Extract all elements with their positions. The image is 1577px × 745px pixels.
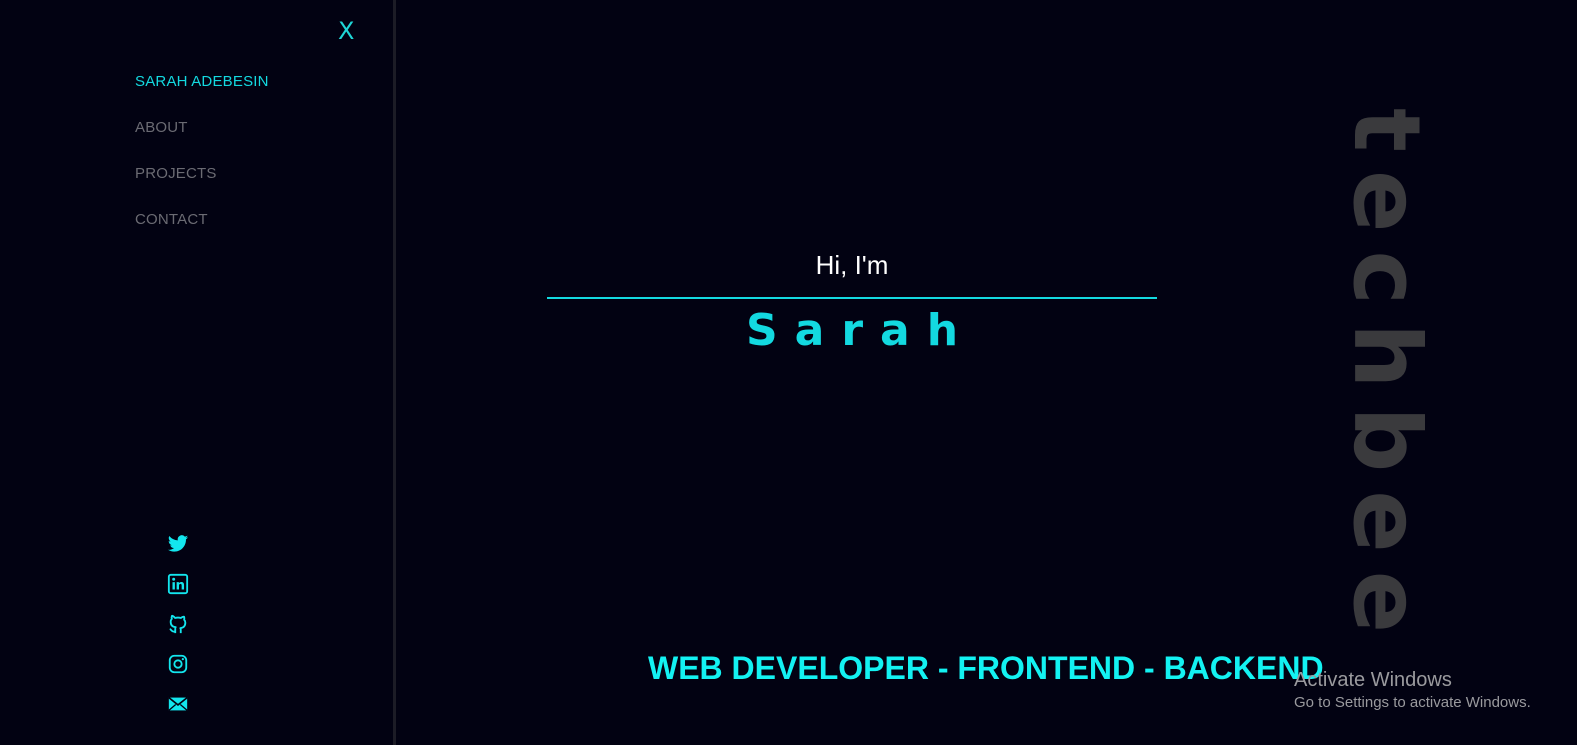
nav-item-about[interactable]: ABOUT <box>135 118 269 164</box>
sidebar-menu: X SARAH ADEBESIN ABOUT PROJECTS CONTACT <box>0 0 396 745</box>
social-links <box>167 533 189 733</box>
hero-name: Sarah <box>745 305 976 356</box>
instagram-icon[interactable] <box>167 653 189 675</box>
nav-item-projects[interactable]: PROJECTS <box>135 164 269 210</box>
hero-greeting: Hi, I'm <box>815 250 889 280</box>
activation-watermark: Activate Windows Go to Settings to activ… <box>1294 668 1531 714</box>
side-brand-logo: techbee <box>1333 108 1440 652</box>
sidebar-nav: SARAH ADEBESIN ABOUT PROJECTS CONTACT <box>135 72 269 256</box>
twitter-icon[interactable] <box>167 533 189 555</box>
nav-item-contact[interactable]: CONTACT <box>135 210 269 256</box>
hero-divider <box>547 297 1157 299</box>
hero-role: WEB DEVELOPER - FRONTEND - BACKEND <box>648 650 1324 686</box>
watermark-title: Activate Windows <box>1294 669 1452 691</box>
mail-icon[interactable] <box>167 693 189 715</box>
linkedin-icon[interactable] <box>167 573 189 595</box>
nav-item-home[interactable]: SARAH ADEBESIN <box>135 72 269 118</box>
portfolio-page: X SARAH ADEBESIN ABOUT PROJECTS CONTACT <box>0 0 1577 745</box>
github-icon[interactable] <box>167 613 189 635</box>
watermark-subtitle: Go to Settings to activate Windows. <box>1294 694 1531 711</box>
close-menu-button[interactable]: X <box>338 16 354 46</box>
